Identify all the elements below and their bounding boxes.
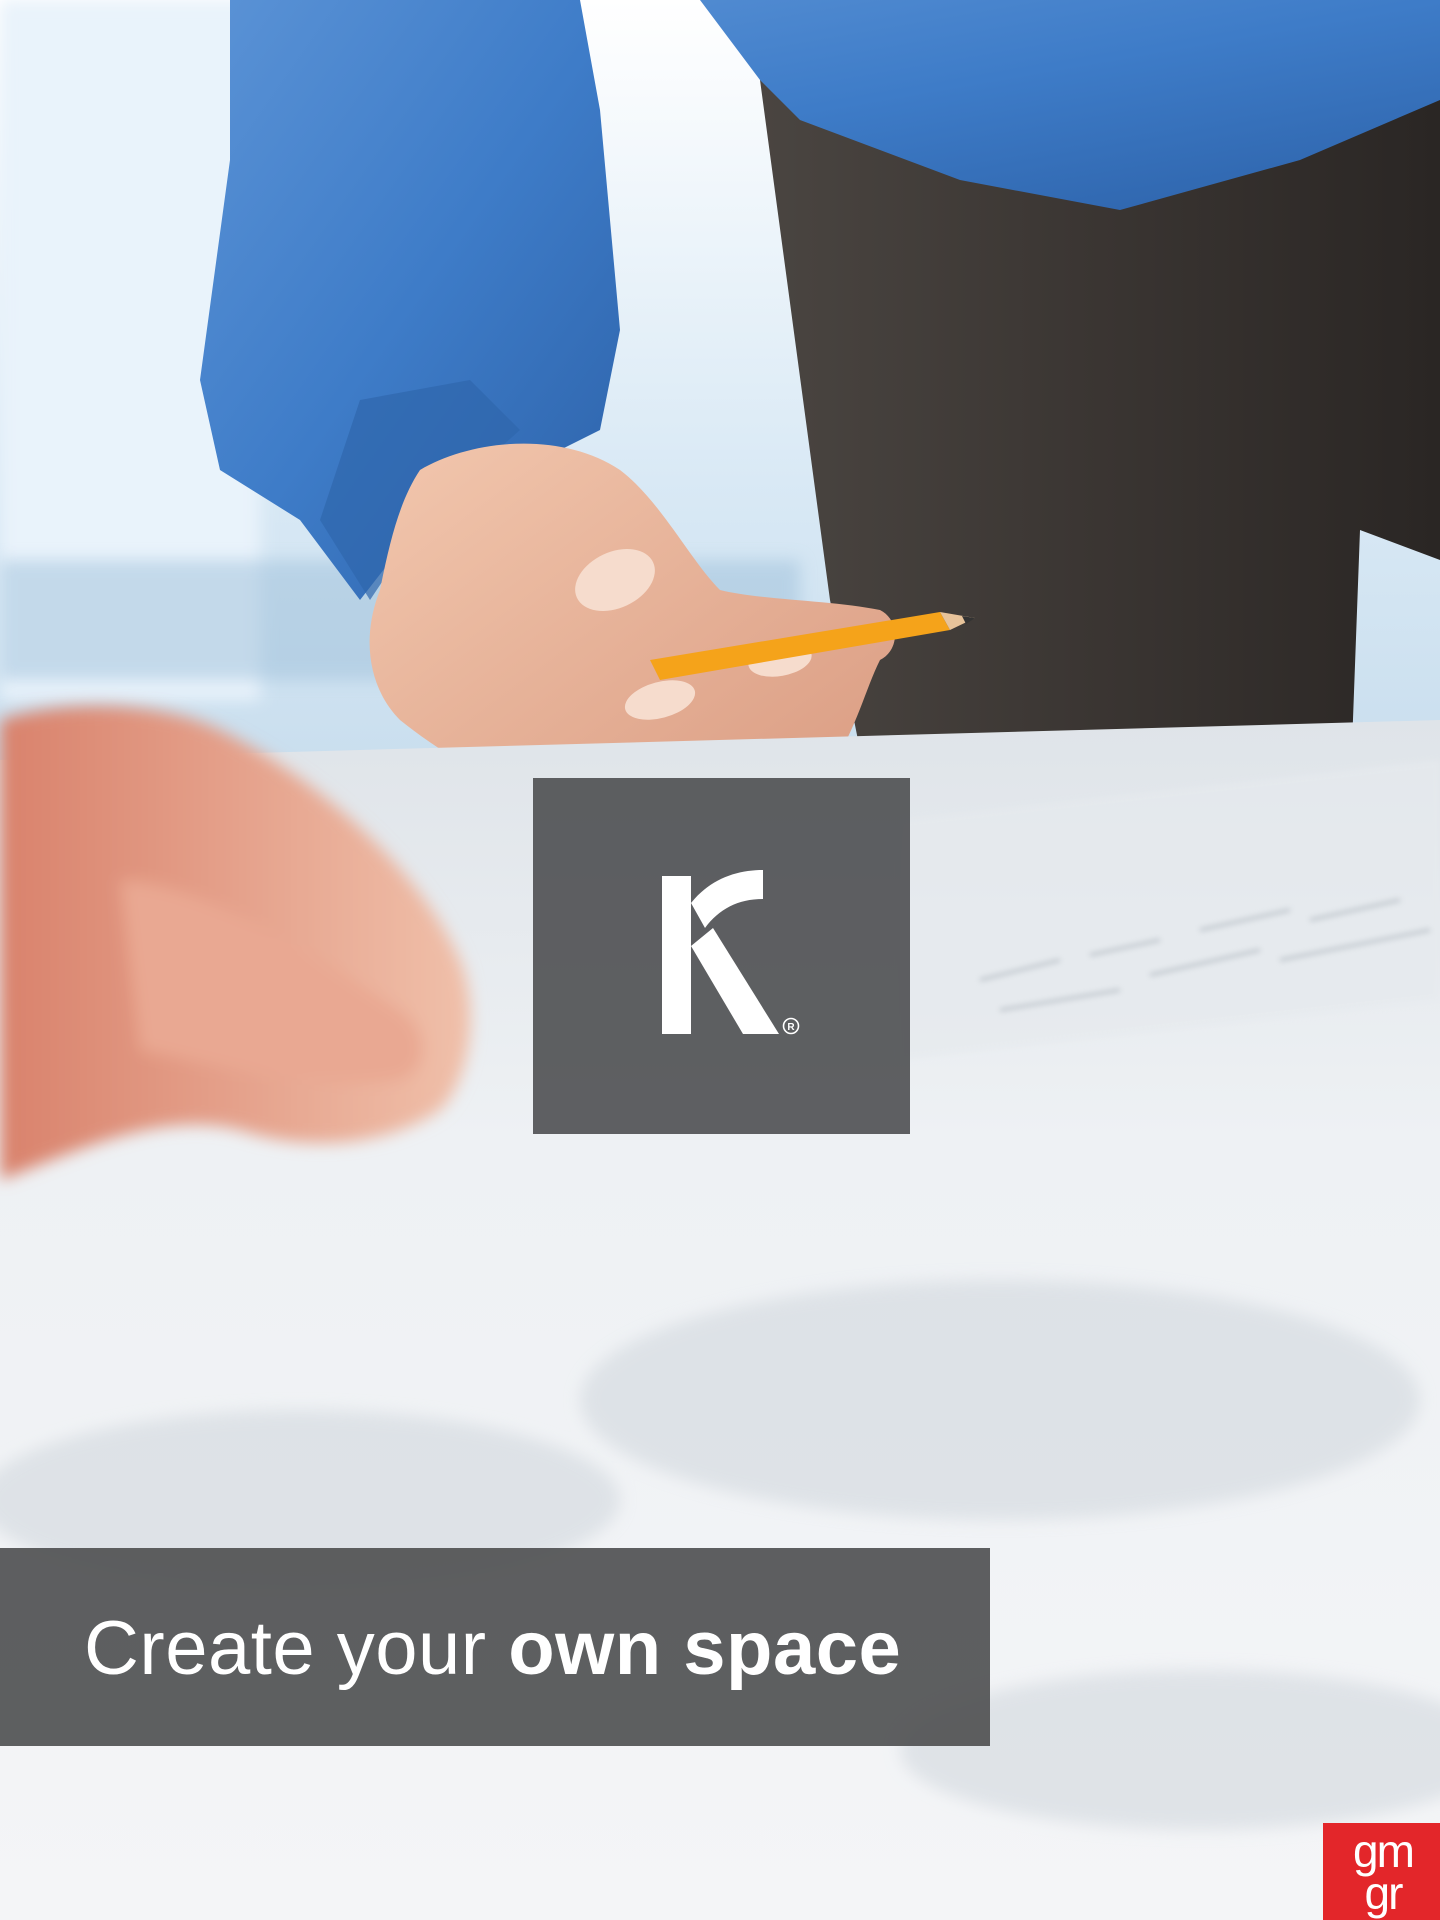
svg-text:gr: gr xyxy=(1365,1867,1404,1919)
gmgr-logo-icon: gm gr xyxy=(1353,1825,1415,1919)
cover-page: R Create your own space gm gr xyxy=(0,0,1440,1920)
k-logo-icon: R xyxy=(662,870,800,1035)
tagline-banner: Create your own space xyxy=(0,1548,990,1746)
tagline: Create your own space xyxy=(84,1604,901,1694)
tagline-bold: own space xyxy=(508,1606,902,1691)
gmgr-badge: gm gr xyxy=(1323,1823,1440,1920)
brand-logo: R xyxy=(533,778,910,1134)
svg-text:R: R xyxy=(787,1022,795,1033)
tagline-light: Create your xyxy=(84,1606,487,1691)
